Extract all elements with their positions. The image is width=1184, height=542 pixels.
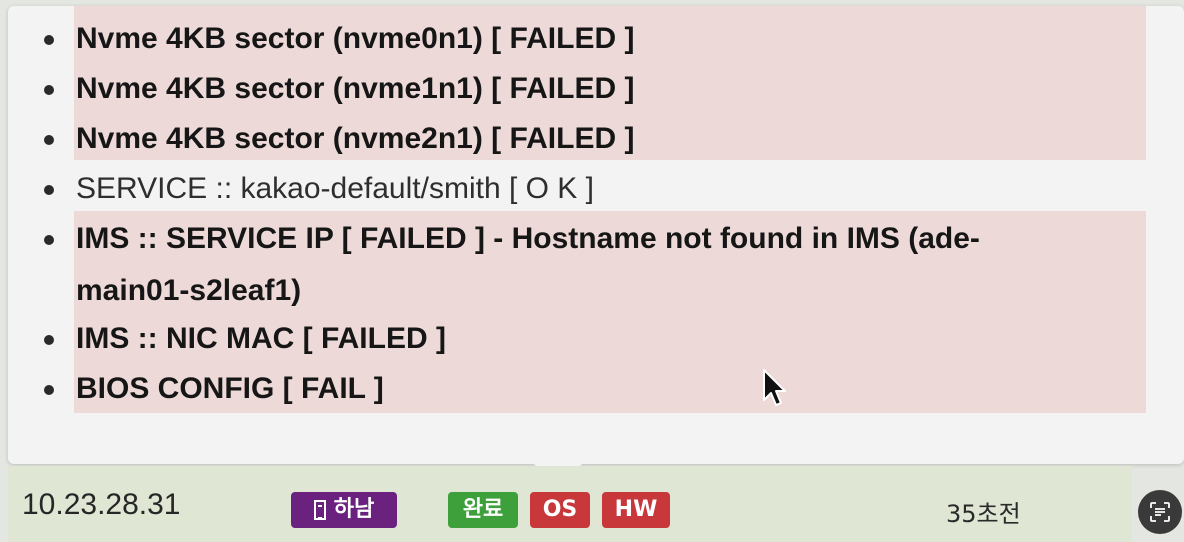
hw-badge[interactable]: HW — [602, 492, 670, 528]
bullet — [44, 185, 54, 195]
building-icon — [313, 500, 326, 520]
check-text: Nvme 4KB sector (nvme1n1) [ FAILED ] — [76, 72, 635, 105]
text-scan-icon[interactable] — [1138, 490, 1182, 534]
bullet — [44, 85, 54, 95]
check-text: Nvme 4KB sector (nvme0n1) [ FAILED ] — [76, 22, 635, 55]
bullet — [44, 235, 54, 245]
mouse-pointer-icon — [763, 369, 786, 406]
check-text: BIOS CONFIG [ FAIL ] — [76, 372, 384, 405]
done-badge[interactable]: 완료 — [448, 492, 518, 528]
location-badge[interactable]: 하남 — [291, 492, 397, 528]
server-row[interactable]: 10.23.28.31 하남 완료 OS HW 35초전 — [8, 466, 1132, 542]
bullet — [44, 35, 54, 45]
bullet — [44, 135, 54, 145]
location-label: 하남 — [333, 497, 375, 522]
check-result-popup: Nvme 4KB sector (nvme0n1) [ FAILED ] Nvm… — [8, 6, 1184, 464]
check-text: IMS :: NIC MAC [ FAILED ] — [76, 322, 446, 355]
check-text: Nvme 4KB sector (nvme2n1) [ FAILED ] — [76, 122, 635, 155]
check-text: SERVICE :: kakao-default/smith [ O K ] — [76, 172, 594, 205]
check-text-continued: main01-s2leaf1) — [76, 274, 302, 307]
check-text: IMS :: SERVICE IP [ FAILED ] - Hostname … — [76, 222, 980, 255]
os-badge[interactable]: OS — [530, 492, 590, 528]
text-scan-glyph — [1150, 502, 1170, 522]
time-ago: 35초전 — [946, 500, 1021, 528]
ip-address: 10.23.28.31 — [22, 488, 181, 521]
bullet — [44, 385, 54, 395]
bullet — [44, 335, 54, 345]
